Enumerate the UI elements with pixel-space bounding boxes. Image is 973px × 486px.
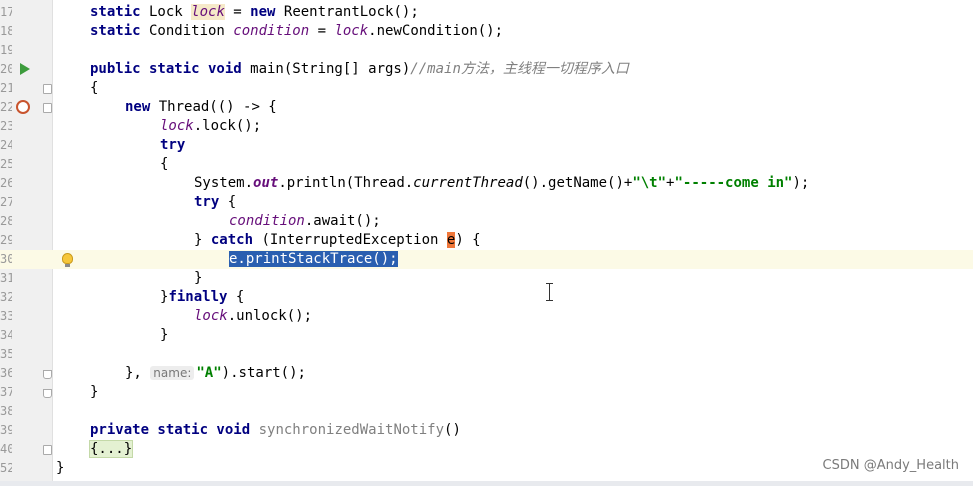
code-text[interactable]: try (160, 136, 185, 155)
code-line-18[interactable]: 18 static Condition condition = lock.new… (0, 22, 973, 41)
fold-icon[interactable] (43, 103, 52, 113)
fold-end-icon[interactable] (43, 389, 52, 398)
code-text[interactable]: {...} (88, 440, 134, 459)
fold-end-icon[interactable] (43, 370, 52, 379)
watermark: CSDN @Andy_Health (822, 458, 959, 473)
code-line-38[interactable]: 38 (0, 402, 973, 421)
fold-icon[interactable] (43, 84, 52, 94)
code-text[interactable]: public static void main(String[] args)//… (90, 60, 629, 79)
code-line-17[interactable]: 17 static Lock lock = new ReentrantLock(… (0, 3, 973, 22)
line-number: 38 (0, 404, 12, 418)
code-text[interactable]: System.out.println(Thread.currentThread(… (194, 174, 809, 193)
code-line-39[interactable]: 39 private static void synchronizedWaitN… (0, 421, 973, 440)
code-line-20[interactable]: 20 public static void main(String[] args… (0, 60, 973, 79)
code-text[interactable]: lock.lock(); (160, 117, 261, 136)
line-number: 17 (0, 5, 12, 19)
code-line-34[interactable]: 34 } (0, 326, 973, 345)
line-number: 30 (0, 252, 12, 266)
line-number: 33 (0, 309, 12, 323)
line-number: 19 (0, 43, 12, 57)
lightbulb-icon[interactable] (62, 253, 73, 267)
code-line-23[interactable]: 23 lock.lock(); (0, 117, 973, 136)
code-text[interactable]: private static void synchronizedWaitNoti… (90, 421, 461, 440)
text-cursor-icon (545, 283, 554, 301)
code-text[interactable]: } catch (InterruptedException e) { (194, 231, 481, 250)
line-number: 22 (0, 100, 12, 114)
code-text[interactable]: static Lock lock = new ReentrantLock(); (90, 3, 419, 22)
status-bar-edge (0, 481, 973, 486)
line-number: 21 (0, 81, 12, 95)
code-line-35[interactable]: 35 (0, 345, 973, 364)
lambda-breakpoint-icon[interactable] (16, 100, 30, 114)
line-number: 23 (0, 119, 12, 133)
parameter-hint: name: (150, 366, 195, 380)
code-line-27[interactable]: 27 try { (0, 193, 973, 212)
line-number: 37 (0, 385, 12, 399)
code-line-22[interactable]: 22 new Thread(() -> { (0, 98, 973, 117)
line-number: 25 (0, 157, 12, 171)
code-line-31[interactable]: 31 } (0, 269, 973, 288)
code-editor[interactable]: 17 static Lock lock = new ReentrantLock(… (0, 0, 973, 486)
line-number: 36 (0, 366, 12, 380)
code-text[interactable]: } (160, 326, 168, 345)
line-number: 31 (0, 271, 12, 285)
code-line-37[interactable]: 37 } (0, 383, 973, 402)
line-number: 34 (0, 328, 12, 342)
code-text[interactable]: { (160, 155, 168, 174)
line-number: 52 (0, 461, 12, 475)
code-text[interactable]: { (90, 79, 98, 98)
line-number: 40 (0, 442, 12, 456)
line-number: 20 (0, 62, 12, 76)
code-line-40[interactable]: 40 {...} (0, 440, 973, 459)
line-number: 18 (0, 24, 12, 38)
code-line-19[interactable]: 19 (0, 41, 973, 60)
code-text[interactable]: e.printStackTrace(); (229, 250, 398, 269)
line-number: 26 (0, 176, 12, 190)
code-text[interactable]: try { (194, 193, 236, 212)
line-number: 32 (0, 290, 12, 304)
run-icon[interactable] (20, 63, 30, 75)
code-text[interactable]: condition.await(); (229, 212, 381, 231)
code-text[interactable]: } (56, 459, 64, 478)
code-text[interactable]: lock.unlock(); (194, 307, 312, 326)
code-line-29[interactable]: 29 } catch (InterruptedException e) { (0, 231, 973, 250)
expand-fold-icon[interactable] (43, 445, 52, 455)
folded-code-block[interactable]: {...} (88, 440, 134, 458)
line-number: 39 (0, 423, 12, 437)
code-line-21[interactable]: 21 { (0, 79, 973, 98)
code-line-36[interactable]: 36 }, name: "A").start(); (0, 364, 973, 383)
code-line-26[interactable]: 26 System.out.println(Thread.currentThre… (0, 174, 973, 193)
code-text[interactable]: }finally { (160, 288, 244, 307)
selected-text[interactable]: e.printStackTrace(); (229, 251, 398, 267)
code-line-25[interactable]: 25 { (0, 155, 973, 174)
line-number: 29 (0, 233, 12, 247)
line-number: 24 (0, 138, 12, 152)
code-line-32[interactable]: 32 }finally { (0, 288, 973, 307)
code-line-30[interactable]: 30 e.printStackTrace(); (0, 250, 973, 269)
code-text[interactable]: static Condition condition = lock.newCon… (90, 22, 503, 41)
code-text[interactable]: } (90, 383, 98, 402)
code-line-33[interactable]: 33 lock.unlock(); (0, 307, 973, 326)
line-number: 27 (0, 195, 12, 209)
code-text[interactable]: }, name: "A").start(); (125, 364, 306, 383)
code-text[interactable]: } (194, 269, 202, 288)
code-text[interactable]: new Thread(() -> { (125, 98, 277, 117)
line-number: 28 (0, 214, 12, 228)
code-line-24[interactable]: 24 try (0, 136, 973, 155)
code-line-28[interactable]: 28 condition.await(); (0, 212, 973, 231)
line-number: 35 (0, 347, 12, 361)
